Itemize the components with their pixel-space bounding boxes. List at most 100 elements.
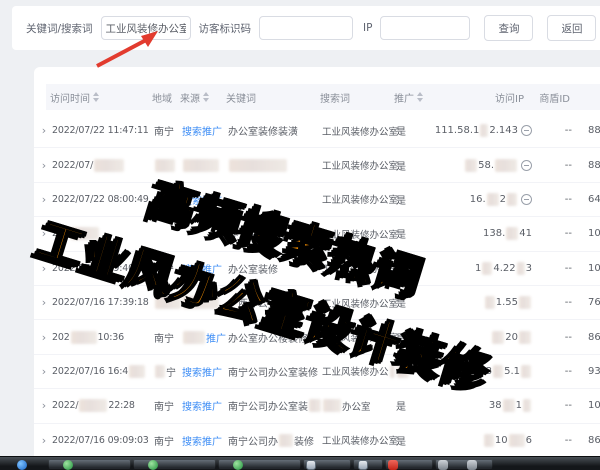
header-source[interactable]: 来源 <box>180 90 226 105</box>
keyword-cell: 南宁公司办公室装 <box>228 398 322 413</box>
redaction-blur <box>480 124 488 137</box>
redaction-blur <box>484 434 494 447</box>
redaction-blur <box>71 331 97 344</box>
gray-taskbar-icon[interactable] <box>438 460 448 470</box>
row-expander-icon[interactable]: › <box>36 193 52 206</box>
window-taskbar-icon[interactable] <box>306 460 316 470</box>
source-link[interactable]: 搜索推广 <box>182 123 228 138</box>
redaction-blur <box>519 296 531 309</box>
redaction-blur <box>509 434 525 447</box>
keyword-cell <box>228 159 322 172</box>
search-term-cell: 工业风装修办公室 <box>322 261 396 275</box>
row-expander-icon[interactable]: › <box>36 434 52 447</box>
row-expander-icon[interactable]: › <box>36 399 52 412</box>
shield-id-cell: -- <box>532 297 572 308</box>
shield-id-cell: -- <box>532 125 572 136</box>
redaction-blur <box>129 365 145 378</box>
visit-time-cell: 2022/07/16 17:39:18 <box>52 297 152 308</box>
ip-label: IP <box>363 22 372 34</box>
promotion-cell: 是 <box>396 123 416 138</box>
redaction-blur <box>94 159 124 172</box>
row-expander-icon[interactable]: › <box>36 159 52 172</box>
back-button[interactable]: 返回 <box>547 15 596 41</box>
promotion-cell: 是 <box>396 433 416 448</box>
row-expander-icon[interactable]: › <box>36 296 52 309</box>
region-cell: 南宁 <box>152 398 182 413</box>
source-link[interactable]: 推广 <box>182 330 228 345</box>
header-visit-time[interactable]: 访问时间 <box>50 90 150 105</box>
keyword-cell: 办公室装修 <box>228 261 322 276</box>
search-term-cell: 工业风装修办公室 <box>322 330 396 344</box>
shield-id-cell: -- <box>532 194 572 205</box>
redaction-blur <box>492 331 504 344</box>
taskbar-button[interactable] <box>218 459 301 470</box>
taskbar-button[interactable] <box>133 459 216 470</box>
search-term-cell: 工业风装修办公室 <box>322 433 396 447</box>
ie-taskbar-icon[interactable] <box>17 460 27 470</box>
redaction-blur <box>517 262 525 275</box>
redaction-blur <box>519 331 531 344</box>
row-expander-icon[interactable]: › <box>36 365 52 378</box>
visit-time-cell: 2022/07/ <box>52 159 152 172</box>
search-term-cell: 工业风装修办公 <box>322 364 396 378</box>
redaction-blur <box>71 227 99 240</box>
ip-input[interactable] <box>380 16 470 40</box>
table-row: ›2022/22:28南宁搜索推广南宁公司办公室装办公室是381--102 <box>34 389 600 423</box>
sort-icon[interactable] <box>93 92 99 102</box>
header-promotion[interactable]: 推广 <box>394 90 414 105</box>
visit-time-cell: 2022/22:28 <box>52 399 152 412</box>
source-link[interactable] <box>182 296 228 309</box>
search-term-cell: 工业风装修办公室 <box>322 227 396 241</box>
source-link[interactable]: 搜索推广 <box>182 192 228 207</box>
taskbar-button[interactable] <box>48 459 131 470</box>
gray-taskbar-icon[interactable] <box>467 460 477 470</box>
table-row: ›2022/07/16 09:09:03南宁搜索推广南宁公司办装修工业风装修办公… <box>34 424 600 458</box>
table-row: ›202办公室办公楼装修工业风装修办公室是138.41--103 <box>34 217 600 251</box>
extra-id-cell: 104 <box>588 263 600 274</box>
redaction-blur <box>390 365 395 378</box>
promotion-cell: 是 <box>396 158 416 173</box>
red-taskbar-icon[interactable] <box>388 460 398 470</box>
redaction-blur <box>309 399 321 412</box>
extra-id-cell: 86 <box>588 332 600 343</box>
row-expander-icon[interactable]: › <box>36 227 52 240</box>
source-link[interactable]: 搜索推广 <box>182 433 228 448</box>
source-link[interactable] <box>182 159 228 172</box>
block-ip-icon[interactable] <box>521 194 532 205</box>
source-link[interactable]: 搜索推广 <box>182 261 228 276</box>
row-expander-icon[interactable]: › <box>36 262 52 275</box>
source-link[interactable]: 搜索推广 <box>182 364 228 379</box>
visitor-id-input[interactable] <box>259 16 353 40</box>
redaction-blur <box>487 193 499 206</box>
source-link[interactable]: 搜索推广 <box>182 398 228 413</box>
keyword-cell: 办公室办公楼装修 <box>228 226 322 241</box>
search-term-cell: 工业风装修办公室 <box>322 192 396 206</box>
table-row: ›2022/07/工业风装修办公室是58.--88 <box>34 148 600 182</box>
table-row: ›2022/07/16 17:39:18广西办公室装修工业风装修办公室是1.55… <box>34 286 600 320</box>
search-term-cell: 办公室 <box>322 399 396 413</box>
globe-taskbar-icon[interactable] <box>233 460 243 470</box>
globe-taskbar-icon[interactable] <box>63 460 73 470</box>
row-expander-icon[interactable]: › <box>36 124 52 137</box>
keyword-input[interactable] <box>101 16 191 40</box>
block-ip-icon[interactable] <box>521 160 532 171</box>
region-cell <box>152 159 182 172</box>
visit-ip-cell: 106 <box>416 434 532 447</box>
sort-icon[interactable] <box>203 92 209 102</box>
search-term-cell: 工业风装修办公室 <box>322 124 396 138</box>
query-button[interactable]: 查询 <box>484 15 533 41</box>
block-ip-icon[interactable] <box>521 125 532 136</box>
shield-id-cell: -- <box>532 366 572 377</box>
shield-id-cell: -- <box>532 332 572 343</box>
redaction-blur <box>465 159 477 172</box>
visit-ip-cell: 1.55 <box>416 296 532 309</box>
redaction-blur <box>183 331 205 344</box>
redaction-blur <box>155 159 175 172</box>
row-expander-icon[interactable]: › <box>36 331 52 344</box>
window-taskbar-icon[interactable] <box>358 460 368 470</box>
table-row: ›20210:36南宁推广办公室办公楼装修工业风装修办公室是20--86 <box>34 320 600 354</box>
keyword-cell: 南宁公司办装修 <box>228 433 322 448</box>
extra-id-cell: 86 <box>588 435 600 446</box>
shield-id-cell: -- <box>532 263 572 274</box>
globe-taskbar-icon[interactable] <box>148 460 158 470</box>
